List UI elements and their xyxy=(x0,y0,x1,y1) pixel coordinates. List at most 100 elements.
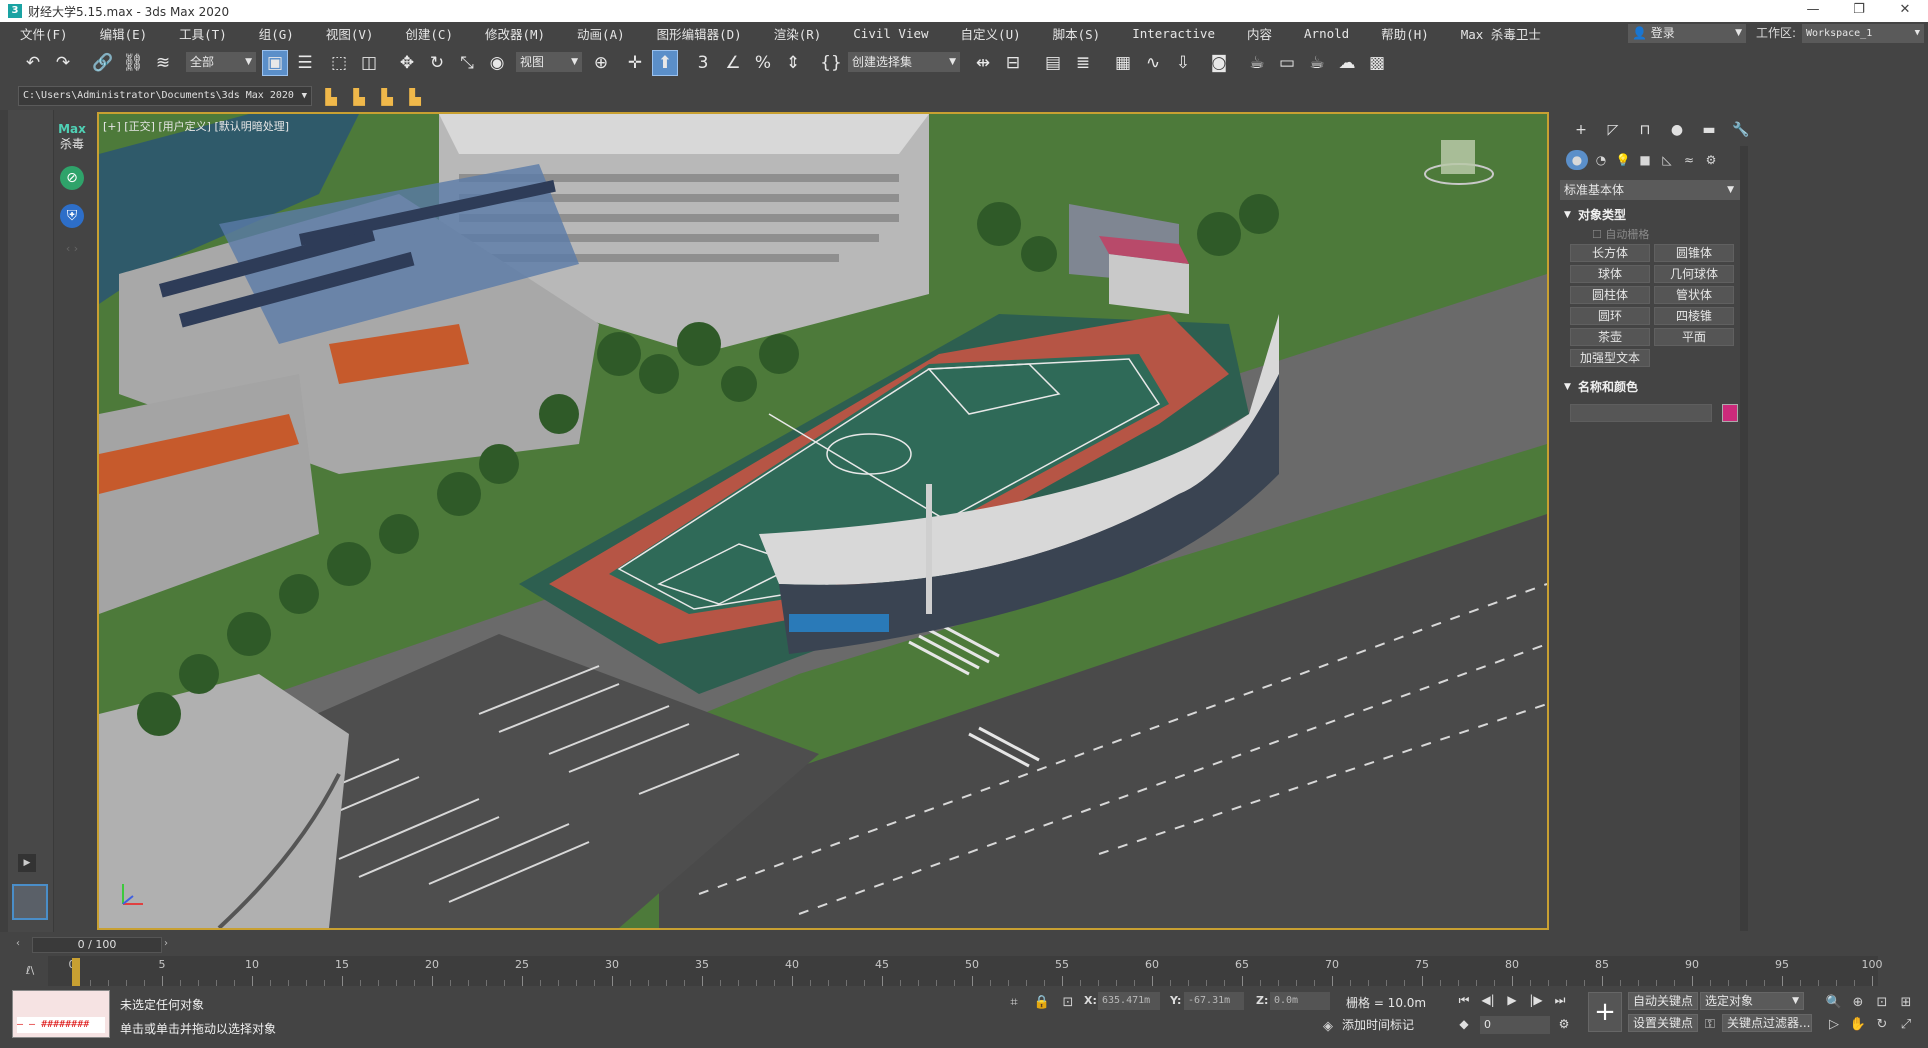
viewport-layout-icon[interactable] xyxy=(12,884,48,920)
edit-named-sel-icon[interactable]: {} xyxy=(818,50,844,76)
geosphere-button[interactable]: 几何球体 xyxy=(1654,265,1734,283)
plane-button[interactable]: 平面 xyxy=(1654,328,1734,346)
pyramid-button[interactable]: 四棱锥 xyxy=(1654,307,1734,325)
display-tab-icon[interactable]: ▬ xyxy=(1696,118,1722,142)
set-key-big-button[interactable]: + xyxy=(1588,992,1622,1032)
menu-create[interactable]: 创建(C) xyxy=(385,24,465,43)
menu-graph-editors[interactable]: 图形编辑器(D) xyxy=(637,24,754,43)
torus-button[interactable]: 圆环 xyxy=(1570,307,1650,325)
helpers-icon[interactable]: ◺ xyxy=(1656,150,1678,170)
bind-spacewarp-icon[interactable]: ≋ xyxy=(150,50,176,76)
previous-frame-icon[interactable]: ◀| xyxy=(1478,990,1498,1010)
prev-frame-icon[interactable]: ‹ xyxy=(16,938,20,949)
select-object-icon[interactable]: ▣ xyxy=(262,50,288,76)
percent-snap-icon[interactable]: % xyxy=(750,50,776,76)
maxscript-listener[interactable]: — — ######## xyxy=(12,990,110,1038)
perspective-viewport[interactable]: [+] [正交] [用户定义] [默认明暗处理] xyxy=(97,112,1549,930)
create-tab-icon[interactable]: + xyxy=(1568,118,1594,142)
isolate-selection-icon[interactable]: ⌗ xyxy=(1004,992,1024,1012)
snap-3d-icon[interactable]: 3 xyxy=(690,50,716,76)
sphere-button[interactable]: 球体 xyxy=(1570,265,1650,283)
auto-key-button[interactable]: 自动关键点 xyxy=(1628,992,1699,1010)
object-name-field[interactable] xyxy=(1570,404,1712,422)
time-config-icon[interactable]: ⚙ xyxy=(1554,1014,1574,1034)
menu-max-antivirus[interactable]: Max 杀毒卫士 xyxy=(1441,24,1553,43)
zoom-all-icon[interactable]: ⊕ xyxy=(1848,992,1868,1012)
select-manipulate-icon[interactable]: ✛ xyxy=(622,50,648,76)
keyboard-override-icon[interactable]: ⬆ xyxy=(652,50,678,76)
rect-region-icon[interactable]: ⬚ xyxy=(326,50,352,76)
command-panel-scrollbar[interactable] xyxy=(1740,146,1748,931)
next-frame-icon[interactable]: |▶ xyxy=(1526,990,1546,1010)
cameras-icon[interactable]: ■ xyxy=(1634,150,1656,170)
align-icon[interactable]: ⊟ xyxy=(1000,50,1026,76)
zoom-extents-icon[interactable]: ⊡ xyxy=(1872,992,1892,1012)
render-cloud-icon[interactable]: ☁ xyxy=(1334,50,1360,76)
z-coordinate-field[interactable]: 0.0m xyxy=(1270,992,1330,1010)
redo-icon[interactable]: ↷ xyxy=(50,50,76,76)
zoom-extents-all-icon[interactable]: ⊞ xyxy=(1896,992,1916,1012)
select-by-name-icon[interactable]: ☰ xyxy=(292,50,318,76)
project-folder-icon[interactable]: ▙ xyxy=(320,86,342,108)
expand-panel-icon[interactable]: ▶ xyxy=(18,854,36,872)
track-bar[interactable]: ℓ\ 0510152025303540455055606570758085909… xyxy=(0,956,1928,988)
scale-icon[interactable]: ⤡ xyxy=(454,50,480,76)
material-editor-icon[interactable]: ◙ xyxy=(1206,50,1232,76)
object-color-swatch[interactable] xyxy=(1722,404,1738,422)
menu-animation[interactable]: 动画(A) xyxy=(557,24,637,43)
systems-icon[interactable]: ⚙ xyxy=(1700,150,1722,170)
menu-civil-view[interactable]: Civil View xyxy=(833,26,940,41)
time-slider[interactable]: 0 / 100 xyxy=(32,937,162,953)
text-plus-button[interactable]: 加强型文本 xyxy=(1570,349,1650,367)
x-coordinate-field[interactable]: 635.471m xyxy=(1098,992,1160,1010)
viewport-label[interactable]: [+] [正交] [用户定义] [默认明暗处理] xyxy=(103,118,289,134)
login-dropdown[interactable]: 👤 登录 ▼ xyxy=(1628,24,1746,43)
menu-help[interactable]: 帮助(H) xyxy=(1361,24,1441,43)
mini-curve-editor-icon[interactable]: ℓ\ xyxy=(26,964,34,977)
utilities-tab-icon[interactable]: 🔧 xyxy=(1728,118,1754,142)
menu-rendering[interactable]: 渲染(R) xyxy=(754,24,834,43)
cylinder-button[interactable]: 圆柱体 xyxy=(1570,286,1650,304)
cone-button[interactable]: 圆锥体 xyxy=(1654,244,1734,262)
orbit-icon[interactable]: ↻ xyxy=(1872,1014,1892,1034)
hierarchy-tab-icon[interactable]: ⊓ xyxy=(1632,118,1658,142)
play-icon[interactable]: ▶ xyxy=(1502,990,1522,1010)
rotate-icon[interactable]: ↻ xyxy=(424,50,450,76)
current-frame-field[interactable]: 0 xyxy=(1480,1016,1550,1034)
menu-scripting[interactable]: 脚本(S) xyxy=(1033,24,1113,43)
pan-icon[interactable]: ✋ xyxy=(1848,1014,1868,1034)
teapot-button[interactable]: 茶壶 xyxy=(1570,328,1650,346)
undo-icon[interactable]: ↶ xyxy=(20,50,46,76)
max-antivirus-logo[interactable]: Max 杀毒 xyxy=(55,122,89,156)
menu-views[interactable]: 视图(V) xyxy=(306,24,386,43)
field-of-view-icon[interactable]: ▷ xyxy=(1824,1014,1844,1034)
scene-explorer-icon[interactable]: ▤ xyxy=(1040,50,1066,76)
lock-selection-icon[interactable]: 🔒 xyxy=(1032,992,1052,1012)
motion-tab-icon[interactable]: ● xyxy=(1664,118,1690,142)
add-time-tag[interactable]: 添加时间标记 xyxy=(1342,1016,1414,1033)
curve-editor-icon[interactable]: ∿ xyxy=(1140,50,1166,76)
pivot-icon[interactable]: ⊕ xyxy=(588,50,614,76)
schematic-view-icon[interactable]: ⇩ xyxy=(1170,50,1196,76)
angle-snap-icon[interactable]: ∠ xyxy=(720,50,746,76)
object-type-rollout[interactable]: ▼ 对象类型 xyxy=(1560,206,1740,224)
render-icon[interactable]: ☕ xyxy=(1304,50,1330,76)
geometry-icon[interactable]: ● xyxy=(1566,150,1588,170)
go-to-start-icon[interactable]: ⏮ xyxy=(1454,990,1474,1010)
scroll-arrows-icon[interactable]: ‹ › xyxy=(60,236,84,260)
zoom-icon[interactable]: 🔍 xyxy=(1824,992,1844,1012)
key-filters-button[interactable]: 关键点过滤器... xyxy=(1722,1014,1812,1032)
rendered-frame-icon[interactable]: ▭ xyxy=(1274,50,1300,76)
set-key-button[interactable]: 设置关键点 xyxy=(1628,1014,1699,1032)
restore-button[interactable]: ❐ xyxy=(1836,0,1882,22)
object-category-dropdown[interactable]: 标准基本体 ▼ xyxy=(1560,180,1740,200)
shield-blue-icon[interactable]: ⛨ xyxy=(60,204,84,228)
minimize-button[interactable]: — xyxy=(1790,0,1836,22)
menu-interactive[interactable]: Interactive xyxy=(1112,26,1227,41)
next-frame-icon[interactable]: › xyxy=(164,938,168,949)
render-setup-icon[interactable]: ☕ xyxy=(1244,50,1270,76)
selected-object-dropdown[interactable]: 选定对象 ▼ xyxy=(1700,992,1804,1010)
link-icon[interactable]: 🔗 xyxy=(90,50,116,76)
menu-customize[interactable]: 自定义(U) xyxy=(941,24,1033,43)
a360-gallery-icon[interactable]: ▩ xyxy=(1364,50,1390,76)
